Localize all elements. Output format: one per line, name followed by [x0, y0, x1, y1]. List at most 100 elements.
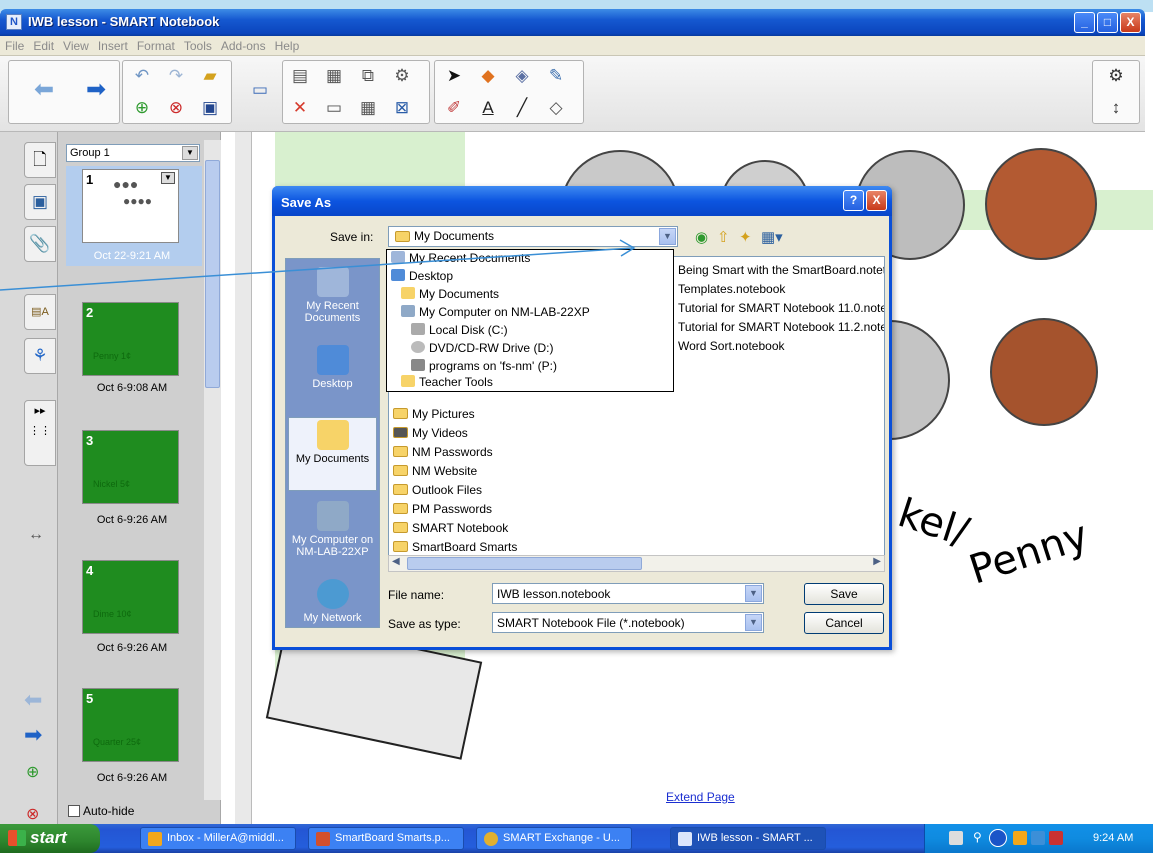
close-button[interactable]: X: [1120, 12, 1141, 33]
shape-icon[interactable]: ◆: [474, 62, 502, 90]
eraser-icon[interactable]: ◇: [542, 94, 570, 122]
penny-coin-image[interactable]: [985, 148, 1097, 260]
select-arrow-icon[interactable]: ➤: [440, 62, 468, 90]
page-sorter-tab-icon[interactable]: 🗋: [24, 142, 56, 178]
dropdown-item[interactable]: My Computer on NM-LAB-22XP: [419, 305, 590, 319]
properties-tab-icon[interactable]: ▤A: [24, 294, 56, 330]
place-my-documents[interactable]: My Documents: [288, 417, 377, 491]
folder-item[interactable]: Outlook Files: [412, 483, 482, 497]
dropdown-item[interactable]: Desktop: [409, 269, 453, 283]
chevron-down-icon[interactable]: ▼: [745, 585, 762, 602]
save-button[interactable]: Save: [804, 583, 884, 605]
place-recent[interactable]: My Recent Documents: [288, 265, 377, 324]
file-item[interactable]: Being Smart with the SmartBoard.notet: [678, 263, 884, 277]
dropdown-item-selected[interactable]: My Documents: [419, 287, 499, 301]
gallery-tab-icon[interactable]: ▣: [24, 184, 56, 220]
sidebar-expand-handle[interactable]: ▸▸ ⋮⋮: [24, 400, 56, 466]
tray-help-icon[interactable]: [949, 831, 963, 845]
menu-format[interactable]: Format: [132, 36, 179, 53]
dropdown-item[interactable]: My Recent Documents: [409, 251, 530, 265]
file-item[interactable]: Word Sort.notebook: [678, 339, 884, 353]
folder-item[interactable]: My Pictures: [412, 407, 475, 421]
display-icon[interactable]: ▭: [246, 76, 274, 104]
penny-back-coin-image[interactable]: [990, 318, 1098, 426]
sorter-scroll-thumb[interactable]: [205, 160, 220, 388]
tray-antivirus-icon[interactable]: [1049, 831, 1063, 845]
place-my-network[interactable]: My Network: [288, 577, 377, 624]
new-folder-icon[interactable]: ✦: [739, 228, 752, 246]
text-tool-icon[interactable]: A: [474, 94, 502, 122]
cancel-button[interactable]: Cancel: [804, 612, 884, 634]
resize-horizontal-icon[interactable]: ↔: [28, 526, 44, 544]
thumbnail-menu-icon[interactable]: ▼: [161, 172, 175, 184]
file-item[interactable]: Tutorial for SMART Notebook 11.0.note: [678, 301, 884, 315]
eraser-tool-icon[interactable]: ◈: [508, 62, 536, 90]
save-in-dropdown[interactable]: My Recent Documents Desktop My Documents…: [386, 249, 674, 392]
chevron-down-icon[interactable]: ▼: [659, 228, 676, 245]
open-folder-icon[interactable]: ▰: [196, 62, 224, 90]
menu-edit[interactable]: Edit: [28, 36, 58, 53]
file-list-hscrollbar[interactable]: ◀ ▶: [388, 555, 885, 572]
forward-arrow-icon[interactable]: ➡: [82, 76, 110, 104]
group-select[interactable]: Group 1 ▼: [66, 144, 200, 162]
back-icon[interactable]: ◉: [695, 228, 708, 246]
help-button[interactable]: ?: [843, 190, 864, 211]
magic-pen-icon[interactable]: ✎: [542, 62, 570, 90]
document-camera-icon[interactable]: ⚙: [388, 62, 416, 90]
add-page-icon[interactable]: ⊕: [128, 94, 156, 122]
canvas-scrollbar[interactable]: [235, 132, 252, 824]
dropdown-item[interactable]: Local Disk (C:): [429, 323, 508, 337]
move-toolbar-icon[interactable]: ↕: [1102, 94, 1130, 122]
taskbar-item-powerpoint[interactable]: SmartBoard Smarts.p...: [308, 827, 464, 850]
next-page-icon[interactable]: ➡: [24, 722, 42, 748]
pens-icon[interactable]: ✐: [440, 94, 468, 122]
properties-icon[interactable]: ⊠: [388, 94, 416, 122]
scroll-left-icon[interactable]: ◀: [392, 556, 400, 567]
taskbar-item-notebook[interactable]: IWB lesson - SMART ...: [670, 827, 826, 850]
chevron-down-icon[interactable]: ▼: [182, 146, 198, 160]
capture-icon[interactable]: ⧉: [354, 62, 382, 90]
taskbar-item-outlook[interactable]: Inbox - MillerA@middl...: [140, 827, 296, 850]
dropdown-item[interactable]: Teacher Tools: [419, 375, 493, 389]
addons-tab-icon[interactable]: ⚘: [24, 338, 56, 374]
taskbar-item-chrome[interactable]: SMART Exchange - U...: [476, 827, 632, 850]
dialog-close-button[interactable]: X: [866, 190, 887, 211]
page-thumbnail[interactable]: 3 Nickel 5¢: [82, 430, 179, 504]
previous-page-icon[interactable]: ⬅: [24, 687, 42, 713]
delete-page-icon[interactable]: ⊗: [162, 94, 190, 122]
page-thumbnail[interactable]: 4 Dime 10¢: [82, 560, 179, 634]
tray-collapse-icon[interactable]: [989, 829, 1007, 847]
delete-page-side-icon[interactable]: ⊗: [26, 804, 39, 824]
save-type-select[interactable]: SMART Notebook File (*.notebook) ▼: [492, 612, 764, 633]
checkbox-box[interactable]: [68, 805, 80, 817]
table-icon[interactable]: ▦: [354, 94, 382, 122]
paste-icon[interactable]: ▤: [286, 62, 314, 90]
folder-item[interactable]: SMART Notebook: [412, 521, 508, 535]
tray-network-icon[interactable]: ⚲: [973, 830, 982, 844]
scroll-right-icon[interactable]: ▶: [873, 556, 881, 567]
folder-item[interactable]: NM Website: [412, 464, 477, 478]
line-tool-icon[interactable]: ╱: [508, 94, 536, 122]
menu-file[interactable]: File: [0, 36, 28, 53]
screen-shade-icon[interactable]: ▭: [320, 94, 348, 122]
page-thumbnail[interactable]: 5 Quarter 25¢: [82, 688, 179, 762]
extend-page-link[interactable]: Extend Page: [666, 790, 735, 804]
up-folder-icon[interactable]: ⇧: [717, 228, 730, 246]
undo-icon[interactable]: ↶: [128, 62, 156, 90]
sorter-scrollbar[interactable]: [204, 140, 221, 800]
file-item[interactable]: Tutorial for SMART Notebook 11.2.note: [678, 320, 884, 334]
autohide-checkbox[interactable]: Auto-hide: [68, 804, 134, 818]
page-thumbnail[interactable]: 2 Penny 1¢: [82, 302, 179, 376]
dropdown-item[interactable]: programs on 'fs-nm' (P:): [429, 359, 557, 373]
gear-icon[interactable]: ⚙: [1102, 62, 1130, 90]
redo-icon[interactable]: ↷: [162, 62, 190, 90]
folder-item[interactable]: PM Passwords: [412, 502, 492, 516]
maximize-button[interactable]: □: [1097, 12, 1118, 33]
menu-view[interactable]: View: [58, 36, 93, 53]
attachments-tab-icon[interactable]: 📎: [24, 226, 56, 262]
folder-item[interactable]: My Videos: [412, 426, 468, 440]
views-menu-icon[interactable]: ▦▾: [761, 228, 783, 246]
screenshade-icon[interactable]: ▦: [320, 62, 348, 90]
delete-icon[interactable]: ✕: [286, 94, 314, 122]
add-page-side-icon[interactable]: ⊕: [26, 762, 39, 782]
